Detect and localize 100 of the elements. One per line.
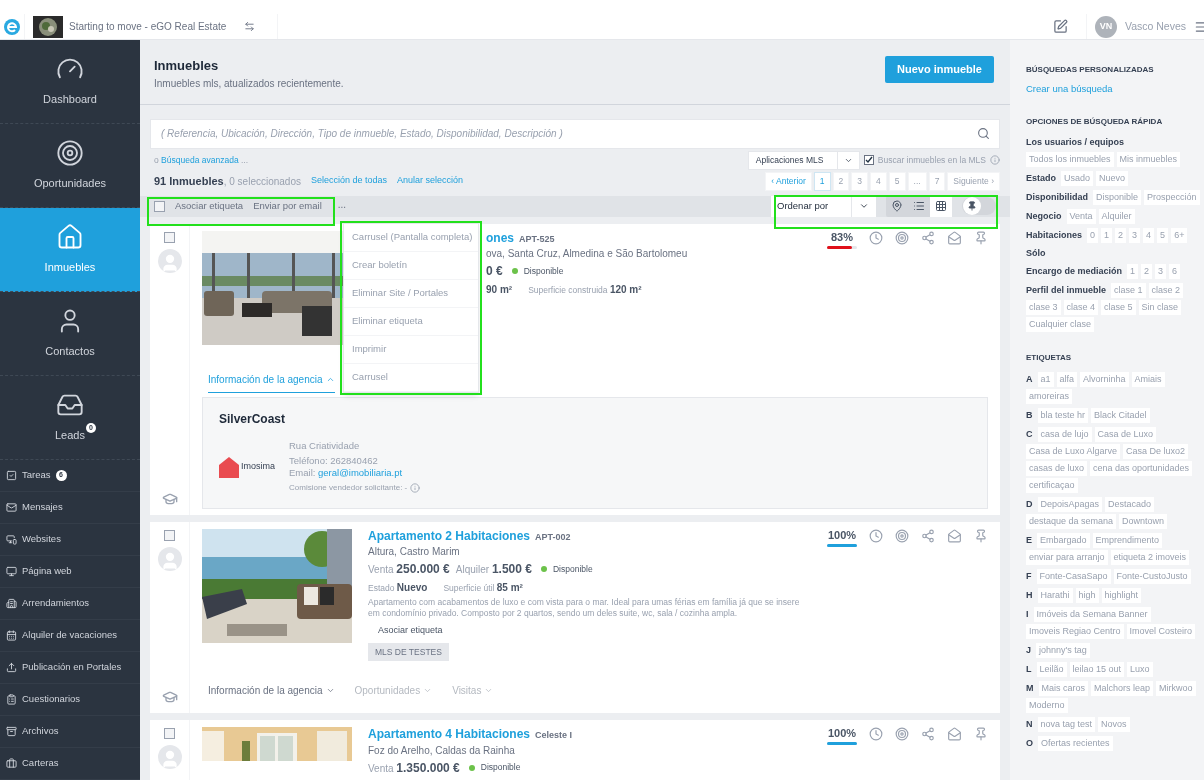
filter-chip[interactable]: high	[1075, 588, 1099, 604]
menu-item[interactable]: Carrusel	[344, 364, 478, 392]
mls-checkbox[interactable]	[863, 155, 874, 165]
filter-chip[interactable]: Emprendimento	[1092, 533, 1163, 549]
filter-chip[interactable]: leilao 15 out	[1069, 662, 1125, 678]
edit-icon[interactable]	[1052, 19, 1068, 34]
filter-chip[interactable]: destaque da semana	[1026, 514, 1117, 530]
listing-tag[interactable]: MLS DE TESTES	[368, 642, 449, 662]
menu-item[interactable]: Crear boletín	[344, 252, 478, 280]
menu-item[interactable]: Imprimir	[344, 336, 478, 364]
pagination-link[interactable]: 5	[888, 171, 906, 191]
filter-chip[interactable]: Imóveis da Semana Banner	[1033, 607, 1151, 623]
filter-chip[interactable]: johnny's tag	[1036, 643, 1090, 659]
pagination-link[interactable]: 4	[870, 171, 887, 191]
filter-chip[interactable]: Casa de Luxo Algarve	[1026, 444, 1121, 460]
filter-chip[interactable]: Casa de Luxo	[1094, 427, 1157, 443]
listing-checkbox[interactable]	[164, 728, 175, 740]
advanced-search-link[interactable]: Búsqueda avanzada	[161, 154, 239, 165]
filter-chip[interactable]: Malchors leap	[1091, 681, 1154, 697]
pagination-link[interactable]: ...	[907, 171, 927, 191]
filter-chip[interactable]: Alvorninha	[1080, 372, 1129, 388]
toolbar-action[interactable]: Asociar etiqueta	[175, 198, 244, 214]
filter-chip[interactable]: Moderno	[1026, 698, 1068, 714]
target-icon[interactable]	[895, 528, 909, 543]
share-icon[interactable]	[921, 230, 935, 245]
listing-checkbox[interactable]	[164, 529, 175, 541]
filter-chip[interactable]: 6+	[1171, 227, 1188, 243]
filter-chip[interactable]: clase 3	[1026, 300, 1061, 316]
email-link[interactable]: geral@imobiliaria.pt	[318, 466, 403, 478]
target-icon[interactable]	[895, 230, 909, 245]
user-avatar[interactable]: VN	[1094, 15, 1117, 38]
pagination-link[interactable]: 7	[928, 171, 946, 191]
nav-item[interactable]: Inmuebles	[0, 208, 140, 292]
filter-chip[interactable]: casas de luxo	[1026, 461, 1088, 477]
select-all-link[interactable]: Selección de todas	[311, 174, 388, 188]
filter-chip[interactable]: Luxo	[1127, 662, 1153, 678]
filter-chip[interactable]: 2	[1115, 227, 1127, 243]
filter-chip[interactable]: Imoveis Regiao Centro	[1026, 624, 1124, 640]
select-all-checkbox[interactable]	[154, 200, 165, 212]
filter-chip[interactable]: clase 1	[1111, 283, 1146, 299]
clock-icon[interactable]	[869, 528, 883, 543]
pin-icon[interactable]	[974, 230, 988, 245]
mail-icon[interactable]	[947, 230, 962, 245]
filter-chip[interactable]: Disponible	[1093, 189, 1142, 205]
info-icon[interactable]	[410, 482, 421, 493]
filter-chip[interactable]: Sin clase	[1138, 300, 1182, 316]
filter-chip[interactable]: Cualquier clase	[1026, 317, 1095, 333]
view-toggle[interactable]	[930, 195, 952, 217]
filter-chip[interactable]: Venta	[1066, 208, 1096, 224]
filter-chip[interactable]: amoreiras	[1026, 389, 1072, 405]
filter-chip[interactable]: 6	[1169, 264, 1181, 280]
filter-chip[interactable]: 3	[1129, 227, 1141, 243]
menu-item[interactable]: Eliminar etiqueta	[344, 308, 478, 336]
more-button[interactable]: ...	[337, 196, 347, 212]
filter-chip[interactable]: Novos	[1098, 717, 1130, 733]
create-search-link[interactable]: Crear una búsqueda	[1026, 82, 1204, 97]
filter-chip[interactable]: DepoisApagas	[1037, 497, 1103, 513]
filter-chip[interactable]: cena das oportunidades	[1090, 461, 1193, 477]
filter-chip[interactable]: alfa	[1056, 372, 1078, 388]
filter-chip[interactable]: Nuevo	[1096, 170, 1129, 186]
clock-icon[interactable]	[869, 727, 883, 742]
listing-title[interactable]: Apartamento 2 Habitaciones	[368, 528, 531, 543]
filter-chip[interactable]: certificaçao	[1026, 478, 1078, 494]
filter-chip[interactable]: Fonte-CasaSapo	[1036, 569, 1111, 585]
clear-selection-link[interactable]: Anular selección	[397, 174, 464, 188]
info-tab[interactable]: Información de la agencia	[208, 371, 335, 393]
listing-title[interactable]: ones	[486, 230, 514, 245]
mail-icon[interactable]	[947, 528, 962, 543]
filter-chip[interactable]: casa de lujo	[1037, 427, 1092, 443]
menu-icon[interactable]	[1194, 19, 1204, 34]
associate-tag-button[interactable]: Asociar etiqueta	[368, 621, 453, 641]
filter-chip[interactable]: Amiais	[1131, 372, 1165, 388]
filter-chip[interactable]: 3	[1155, 264, 1167, 280]
pin-icon[interactable]	[974, 528, 988, 543]
filter-chip[interactable]: 0	[1087, 227, 1099, 243]
filter-chip[interactable]: nova tag test	[1037, 717, 1096, 733]
filter-chip[interactable]: Todos los inmuebles	[1026, 151, 1114, 167]
filter-chip[interactable]: Downtown	[1119, 514, 1168, 530]
pagination-link[interactable]: Siguiente ›	[947, 171, 1000, 191]
pagination-link[interactable]: 2	[832, 171, 850, 191]
filter-chip[interactable]: Alquiler	[1098, 208, 1135, 224]
menu-item[interactable]: Eliminar Site / Portales	[344, 280, 478, 308]
share-icon[interactable]	[921, 727, 935, 742]
info-icon[interactable]	[990, 155, 1000, 165]
menu-item[interactable]: Carrusel (Pantalla completa)	[344, 224, 478, 252]
switch-icon[interactable]	[244, 21, 256, 32]
filter-chip[interactable]: Usado	[1061, 170, 1094, 186]
share-icon[interactable]	[921, 528, 935, 543]
source-select[interactable]: Aplicaciones MLS	[747, 150, 860, 170]
clock-icon[interactable]	[869, 230, 883, 245]
filter-chip[interactable]: Black Citadel	[1091, 408, 1150, 424]
pin-icon[interactable]	[974, 727, 988, 742]
filter-chip[interactable]: Harathi	[1037, 588, 1073, 604]
filter-chip[interactable]: 1	[1101, 227, 1113, 243]
search-field[interactable]: ( Referencia, Ubicación, Dirección, Tipo de inmueble, Estado, Disponibilidad, Descripción )	[150, 118, 1000, 149]
filter-chip[interactable]: Casa De luxo2	[1123, 444, 1189, 460]
filter-chip[interactable]: Leilão	[1036, 662, 1067, 678]
filter-chip[interactable]: Imovel Costeiro	[1126, 624, 1196, 640]
filter-chip[interactable]: a1	[1037, 372, 1054, 388]
filter-chip[interactable]: clase 5	[1101, 300, 1136, 316]
